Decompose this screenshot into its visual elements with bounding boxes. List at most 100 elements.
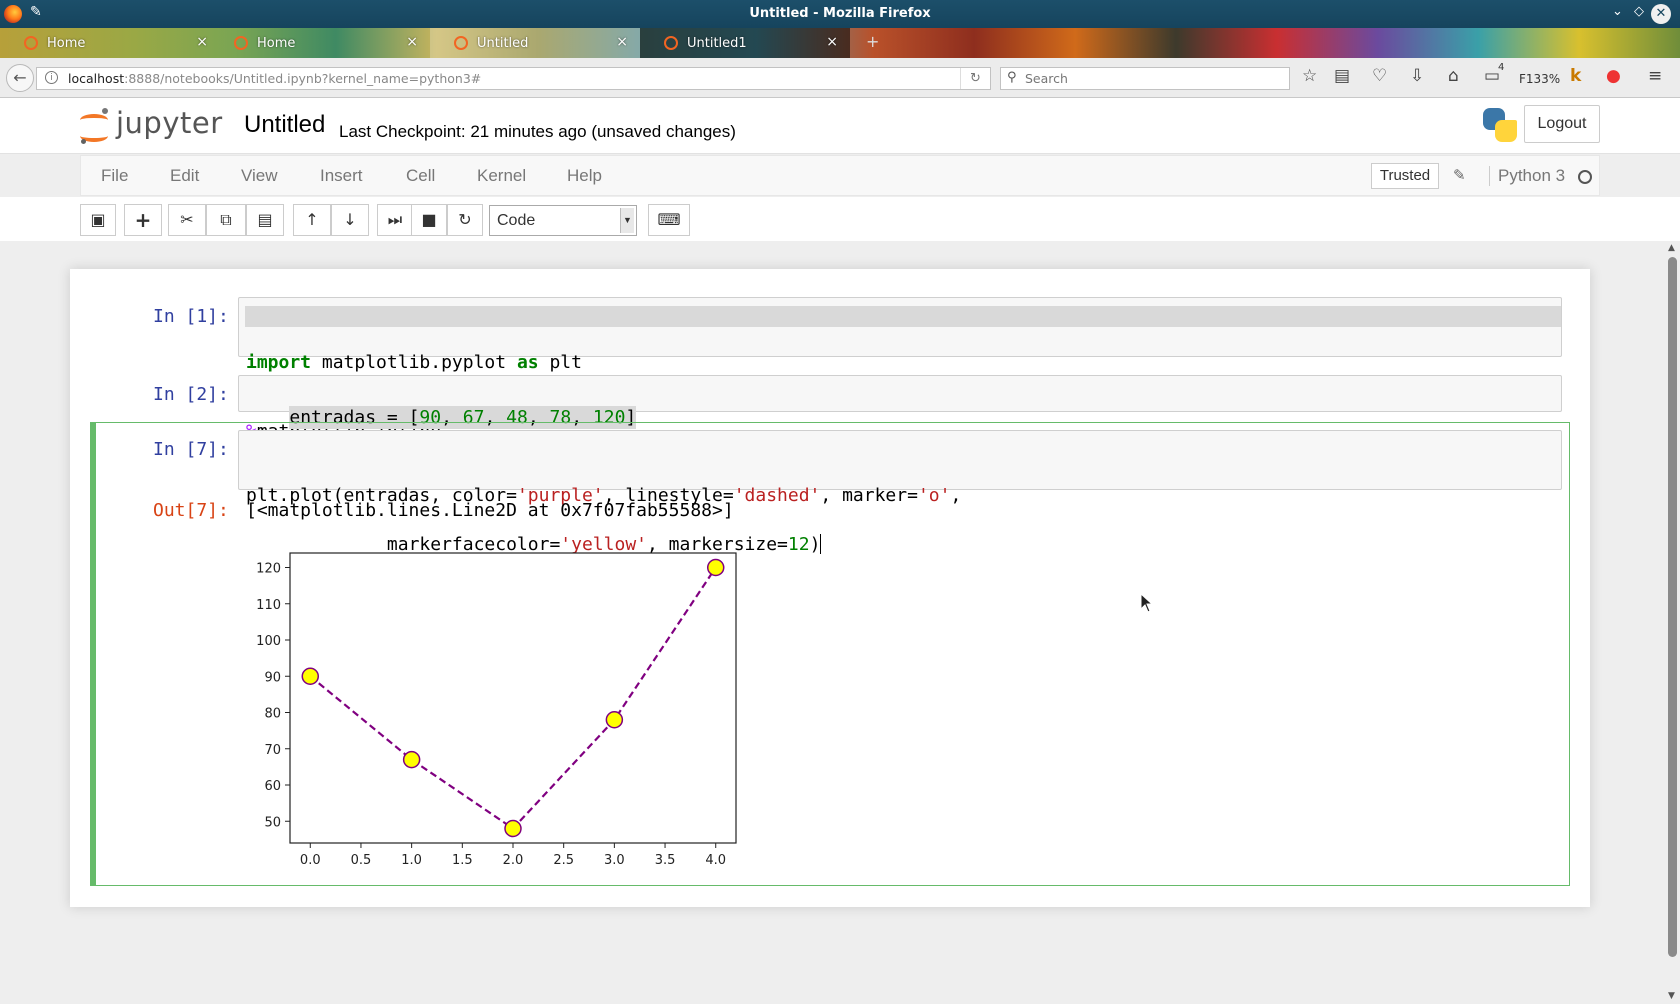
x-tick-label: 2.0 [503, 853, 524, 868]
jupyter-favicon-icon [234, 36, 248, 50]
tab-close-icon[interactable]: × [406, 34, 418, 50]
pocket-icon[interactable]: ♡ [1372, 66, 1387, 86]
save-icon: ▣ [90, 210, 106, 229]
x-tick-label: 3.0 [604, 853, 625, 868]
menu-help[interactable]: Help [567, 166, 602, 186]
python-logo-icon [1481, 106, 1519, 144]
reload-icon[interactable]: ↻ [960, 68, 990, 89]
copy-button[interactable]: ⧉ [206, 204, 246, 236]
scroll-down-icon[interactable]: ▼ [1668, 991, 1675, 1001]
line-chart: 0.0 0.5 1.0 1.5 2.0 2.5 3.0 3.5 4.0 50 60 70 80 90 100… [256, 552, 737, 868]
jupyter-logo-icon[interactable] [80, 108, 110, 144]
y-tick-label: 80 [264, 707, 281, 722]
cut-button[interactable]: ✂ [168, 204, 206, 236]
kernel-idle-indicator-icon [1578, 170, 1592, 184]
notebook-name[interactable]: Untitled [244, 111, 325, 139]
cell-type-value: Code [497, 212, 536, 229]
checkpoint-status: Last Checkpoint: 21 minutes ago (unsaved… [339, 122, 736, 141]
data-point [504, 819, 522, 838]
stop-icon: ■ [421, 210, 437, 229]
move-down-button[interactable]: ↓ [331, 204, 369, 236]
back-button[interactable]: ← [6, 64, 34, 92]
insert-cell-button[interactable]: + [124, 204, 162, 236]
logout-button[interactable]: Logout [1524, 105, 1600, 143]
close-window-icon[interactable]: ✕ [1651, 4, 1671, 24]
menu-file[interactable]: File [101, 166, 128, 186]
tab-label: Home [47, 36, 86, 51]
extension-color-icon[interactable]: ● [1606, 66, 1621, 86]
tab-untitled1[interactable]: Untitled1 × [640, 28, 850, 58]
y-tick-label: 50 [264, 815, 281, 830]
tab-untitled[interactable]: Untitled × [430, 28, 640, 58]
zoom-level[interactable]: F133% [1519, 72, 1560, 86]
maximize-icon[interactable]: ◇ [1634, 4, 1644, 19]
tab-label: Home [257, 36, 296, 51]
menu-view[interactable]: View [241, 166, 278, 186]
tab-strip: Home × Home × Untitled × Untitled1 × + [0, 28, 1680, 58]
home-icon[interactable]: ⌂ [1448, 66, 1459, 86]
run-cell-button[interactable]: ⏭ [377, 204, 413, 236]
x-tick-label: 3.5 [655, 853, 676, 868]
code-input-area[interactable]: plt.plot(entradas, color='purple', lines… [238, 430, 1562, 555]
code-token: as [516, 352, 539, 373]
menu-kernel[interactable]: Kernel [477, 166, 526, 186]
tab-close-icon[interactable]: × [826, 34, 838, 50]
y-tick-label: 110 [256, 598, 281, 613]
tab-close-icon[interactable]: × [196, 34, 208, 50]
mouse-pointer-icon [1140, 593, 1154, 613]
y-tick-label: 70 [264, 743, 281, 758]
new-tab-button[interactable]: + [862, 28, 886, 58]
site-info-icon[interactable]: i [45, 71, 58, 84]
input-prompt: In [1]: [153, 306, 229, 327]
tab-label: Untitled [477, 36, 529, 51]
downloads-icon[interactable]: ⇩ [1410, 66, 1424, 86]
window-titlebar: ✎ Untitled - Mozilla Firefox ⌄ ◇ ✕ [0, 0, 1680, 28]
code-token: 'dashed' [733, 485, 821, 506]
code-token: 12 [787, 534, 810, 555]
move-up-button[interactable]: ↑ [293, 204, 331, 236]
hamburger-menu-icon[interactable]: ≡ [1648, 66, 1662, 86]
url-text[interactable]: localhost:8888/notebooks/Untitled.ipynb?… [68, 71, 481, 86]
bookmark-star-icon[interactable]: ☆ [1302, 66, 1317, 86]
save-button[interactable]: ▣ [80, 204, 116, 236]
copy-icon: ⧉ [220, 210, 232, 229]
chevron-down-icon: ▼ [620, 208, 634, 233]
code-input-area[interactable]: entradas = [90, 67, 48, 78, 120] [238, 375, 1562, 429]
x-tick-label: 1.5 [452, 853, 473, 868]
interrupt-kernel-button[interactable]: ■ [411, 204, 447, 236]
tab-home-1[interactable]: Home × [0, 28, 220, 58]
menu-edit[interactable]: Edit [170, 166, 199, 186]
menu-insert[interactable]: Insert [320, 166, 363, 186]
cell-type-select[interactable]: Code ▼ [489, 205, 637, 236]
nav-bar: ← i localhost:8888/notebooks/Untitled.ip… [0, 58, 1680, 98]
jupyter-logo-text[interactable]: jupyter [116, 106, 223, 140]
search-placeholder: Search [1025, 71, 1068, 86]
search-input[interactable]: ⚲ Search [1000, 67, 1290, 90]
menu-cell[interactable]: Cell [406, 166, 435, 186]
url-bar[interactable]: i localhost:8888/notebooks/Untitled.ipyn… [36, 67, 991, 90]
reading-list-icon[interactable]: ▤ [1334, 66, 1350, 86]
scrollbar-thumb[interactable] [1668, 257, 1677, 957]
x-tick-label: 2.5 [553, 853, 574, 868]
code-input-area[interactable]: import matplotlib.pyplot as plt %matplot… [238, 297, 1562, 442]
x-tick-label: 0.5 [351, 853, 372, 868]
restart-kernel-button[interactable]: ↻ [447, 204, 483, 236]
data-point [402, 750, 421, 769]
scrollbar[interactable]: ▲ ▼ [1666, 241, 1680, 1004]
step-forward-icon: ⏭ [387, 210, 403, 229]
tab-close-icon[interactable]: × [616, 34, 628, 50]
paste-button[interactable]: ▤ [246, 204, 284, 236]
y-tick-label: 120 [256, 562, 281, 577]
arrow-up-icon: ↑ [305, 210, 319, 229]
extension-k-icon[interactable]: k [1570, 66, 1581, 86]
code-token: , [950, 485, 962, 506]
code-token: 'o' [917, 485, 951, 506]
kernel-name[interactable]: Python 3 [1489, 166, 1565, 186]
minimize-icon[interactable]: ⌄ [1612, 4, 1623, 19]
output-text: [<matplotlib.lines.Line2D at 0x7f07fab55… [246, 500, 734, 521]
y-tick-label: 100 [256, 634, 281, 649]
command-palette-button[interactable]: ⌨ [648, 204, 690, 236]
scroll-up-icon[interactable]: ▲ [1668, 243, 1675, 253]
trusted-indicator[interactable]: Trusted [1371, 163, 1439, 189]
tab-home-2[interactable]: Home × [210, 28, 430, 58]
